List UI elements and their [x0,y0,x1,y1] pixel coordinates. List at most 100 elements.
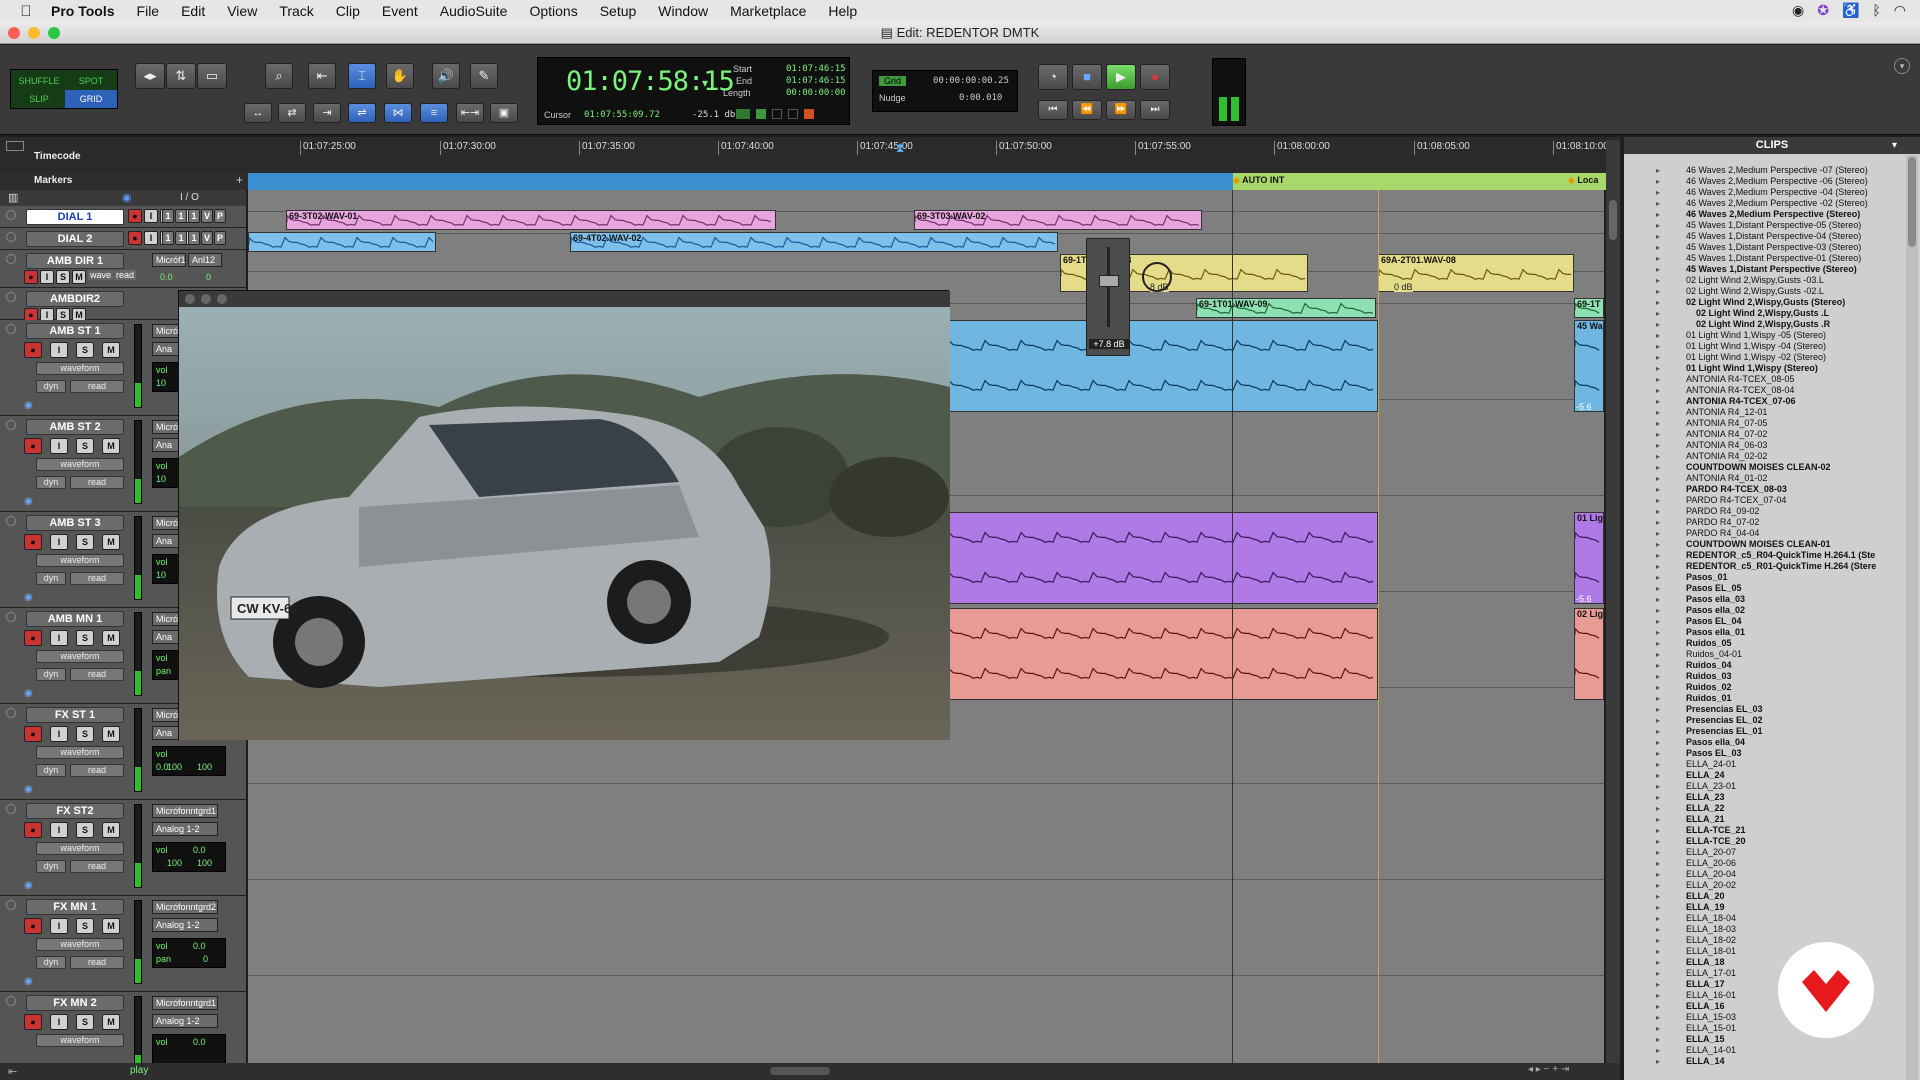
disclosure-triangle-icon[interactable]: ▸ [1656,528,1660,539]
ambst1-clip[interactable]: 45 Wa [1574,320,1604,412]
track-name[interactable]: FX MN 1 [26,899,124,915]
clip-list-item[interactable]: ▸ COUNTDOWN MOISES CLEAN-01 [1624,539,1904,550]
disclosure-triangle-icon[interactable]: ▸ [1656,451,1660,462]
spot-mode-icon[interactable]: ⇤⇥ [456,103,484,123]
disclosure-triangle-icon[interactable]: ▸ [1656,869,1660,880]
track-name[interactable]: AMB DIR 1 [26,253,124,269]
disclosure-triangle-icon[interactable]: ▸ [1656,264,1660,275]
track-output[interactable]: Analog 1-2 [152,918,218,932]
clip-list-item[interactable]: ▸ ELLA_20-06 [1624,858,1904,869]
clip-list-item[interactable]: ▸ 02 Light Wind 2,Wispy,Gusts -03.L [1624,275,1904,286]
track-lane[interactable] [248,784,1604,880]
disclosure-triangle-icon[interactable]: ▸ [1656,792,1660,803]
disclosure-triangle-icon[interactable]: ▸ [1656,539,1660,550]
disclosure-triangle-icon[interactable]: ▸ [1656,682,1660,693]
track-automation-mode[interactable]: read [70,572,124,585]
track-automation-type[interactable]: dyn [36,380,66,393]
track-button-●[interactable]: ● [24,822,42,838]
track-button-●[interactable]: ● [24,438,42,454]
disclosure-triangle-icon[interactable]: ▸ [1656,726,1660,737]
track-button-M[interactable]: M [102,726,120,742]
track-select-icon[interactable] [6,420,16,430]
sync-icon[interactable] [788,109,798,119]
clip-list-item[interactable]: ▸ 46 Waves 2,Medium Perspective -04 (Ster… [1624,187,1904,198]
nudge-value[interactable]: 0:00.010 [959,93,1002,103]
vertical-scrollbar[interactable] [1606,140,1620,1063]
dial1-clip[interactable]: 69-3T03.WAV-02 [914,210,1202,230]
track-button-S[interactable]: S [56,270,70,284]
midi-zoom-icon[interactable]: ▭ [197,63,227,89]
track-name[interactable]: AMB ST 3 [26,515,124,531]
disclosure-triangle-icon[interactable]: ▸ [1656,176,1660,187]
marker-auto-int[interactable]: ◆ AUTO INT [1233,175,1284,186]
disclosure-triangle-icon[interactable]: ▸ [1656,550,1660,561]
insertion-follows-icon[interactable]: ⇥ [313,103,341,123]
disclosure-triangle-icon[interactable]: ▸ [1656,880,1660,891]
go-to-end-icon[interactable]: ⏭ [1140,100,1170,120]
clip-list-item[interactable]: ▸ REDENTOR_c5_R04-QuickTime H.264.1 (Ste [1624,550,1904,561]
clip-list-item[interactable]: ▸ 02 Light Wind 2,Wispy,Gusts -02.L [1624,286,1904,297]
track-select-icon[interactable] [6,996,16,1006]
status-left-icon[interactable]: ⇤ [8,1065,17,1078]
clip-list-item[interactable]: ▸ 01 Light Wind 1,Wispy (Stereo) [1624,363,1904,374]
spot-mode-button[interactable]: SPOT [65,72,117,90]
clip-list-item[interactable]: ▸ ELLA_23 [1624,792,1904,803]
track-output[interactable]: Analog 1-2 [152,1014,218,1028]
clip-list-item[interactable]: ▸ 02 Light Wind 2,Wispy,Gusts .L [1624,308,1904,319]
track-io-button[interactable]: P [214,209,226,223]
accessibility-icon[interactable]: ♿ [1842,2,1859,19]
automation-follows-icon[interactable]: ≡ [420,103,448,123]
clip-list-item[interactable]: ▸ 45 Waves 1,Distant Perspective-05 (Ster… [1624,220,1904,231]
pencil-tool-icon[interactable]: ✎ [470,63,498,89]
clip-list-item[interactable]: ▸ ELLA_20-07 [1624,847,1904,858]
playlist-icon[interactable]: ◉ [24,976,33,987]
track-button-S[interactable]: S [76,1014,94,1030]
clip-list-item[interactable]: ▸ ANTONIA R4-TCEX_07-06 [1624,396,1904,407]
clips-scrollbar[interactable] [1906,155,1918,1080]
disclosure-triangle-icon[interactable]: ▸ [1656,198,1660,209]
disclosure-triangle-icon[interactable]: ▸ [1656,385,1660,396]
disclosure-triangle-icon[interactable]: ▸ [1656,572,1660,583]
disclosure-triangle-icon[interactable]: ▸ [1656,693,1660,704]
menu-options[interactable]: Options [518,3,588,19]
track-button-M[interactable]: M [102,534,120,550]
link-track-edit-icon[interactable]: ⇌ [348,103,376,123]
disclosure-triangle-icon[interactable]: ▸ [1656,847,1660,858]
menu-help[interactable]: Help [817,3,868,19]
track-io-button[interactable]: V [201,209,213,223]
disclosure-triangle-icon[interactable]: ▸ [1656,319,1660,330]
track-button-I[interactable]: I [50,342,68,358]
track-view-dropdown[interactable]: waveform [36,554,124,567]
add-marker-icon[interactable]: + [236,173,243,187]
track-io-button[interactable]: 1 [188,209,200,223]
disclosure-triangle-icon[interactable]: ▸ [1656,946,1660,957]
disclosure-triangle-icon[interactable]: ▸ [1656,858,1660,869]
clip-list-item[interactable]: ▸ Ruidos_04-01 [1624,649,1904,660]
disclosure-triangle-icon[interactable]: ▸ [1656,231,1660,242]
track-button-●[interactable]: ● [24,726,42,742]
track-lane[interactable] [248,190,1604,212]
disclosure-triangle-icon[interactable]: ▸ [1656,1045,1660,1056]
clip-list-item[interactable]: ▸ ANTONIA R4_01-02 [1624,473,1904,484]
ambmn1-clip[interactable] [948,608,1378,700]
clips-menu-icon[interactable]: ▾ [1892,140,1908,152]
track-view-dropdown[interactable]: waveform [36,650,124,663]
disclosure-triangle-icon[interactable]: ▸ [1656,814,1660,825]
track-options-icon[interactable]: ◉ [122,191,132,204]
disclosure-triangle-icon[interactable]: ▸ [1656,627,1660,638]
disclosure-triangle-icon[interactable]: ▸ [1656,275,1660,286]
record-status-icon[interactable]: ◉ [1792,2,1804,19]
clip-list-item[interactable]: ▸ PARDO R4-TCEX_07-04 [1624,495,1904,506]
clip-list-item[interactable]: ▸ ELLA_20-04 [1624,869,1904,880]
zoomer-tool-icon[interactable]: ⌕ [265,63,293,89]
fast-forward-icon[interactable]: ⏩ [1106,100,1136,120]
track-automation-mode[interactable]: read [70,764,124,777]
menu-event[interactable]: Event [371,3,429,19]
clip-list-item[interactable]: ▸ 45 Waves 1,Distant Perspective (Stereo) [1624,264,1904,275]
track-view-dropdown[interactable]: waveform [36,458,124,471]
rewind-icon[interactable]: ⏪ [1072,100,1102,120]
clip-list-item[interactable]: ▸ ELLA_23-01 [1624,781,1904,792]
wifi-icon[interactable]: ◠ [1894,2,1906,19]
disclosure-triangle-icon[interactable]: ▸ [1656,407,1660,418]
clip-list-item[interactable]: ▸ Ruidos_02 [1624,682,1904,693]
